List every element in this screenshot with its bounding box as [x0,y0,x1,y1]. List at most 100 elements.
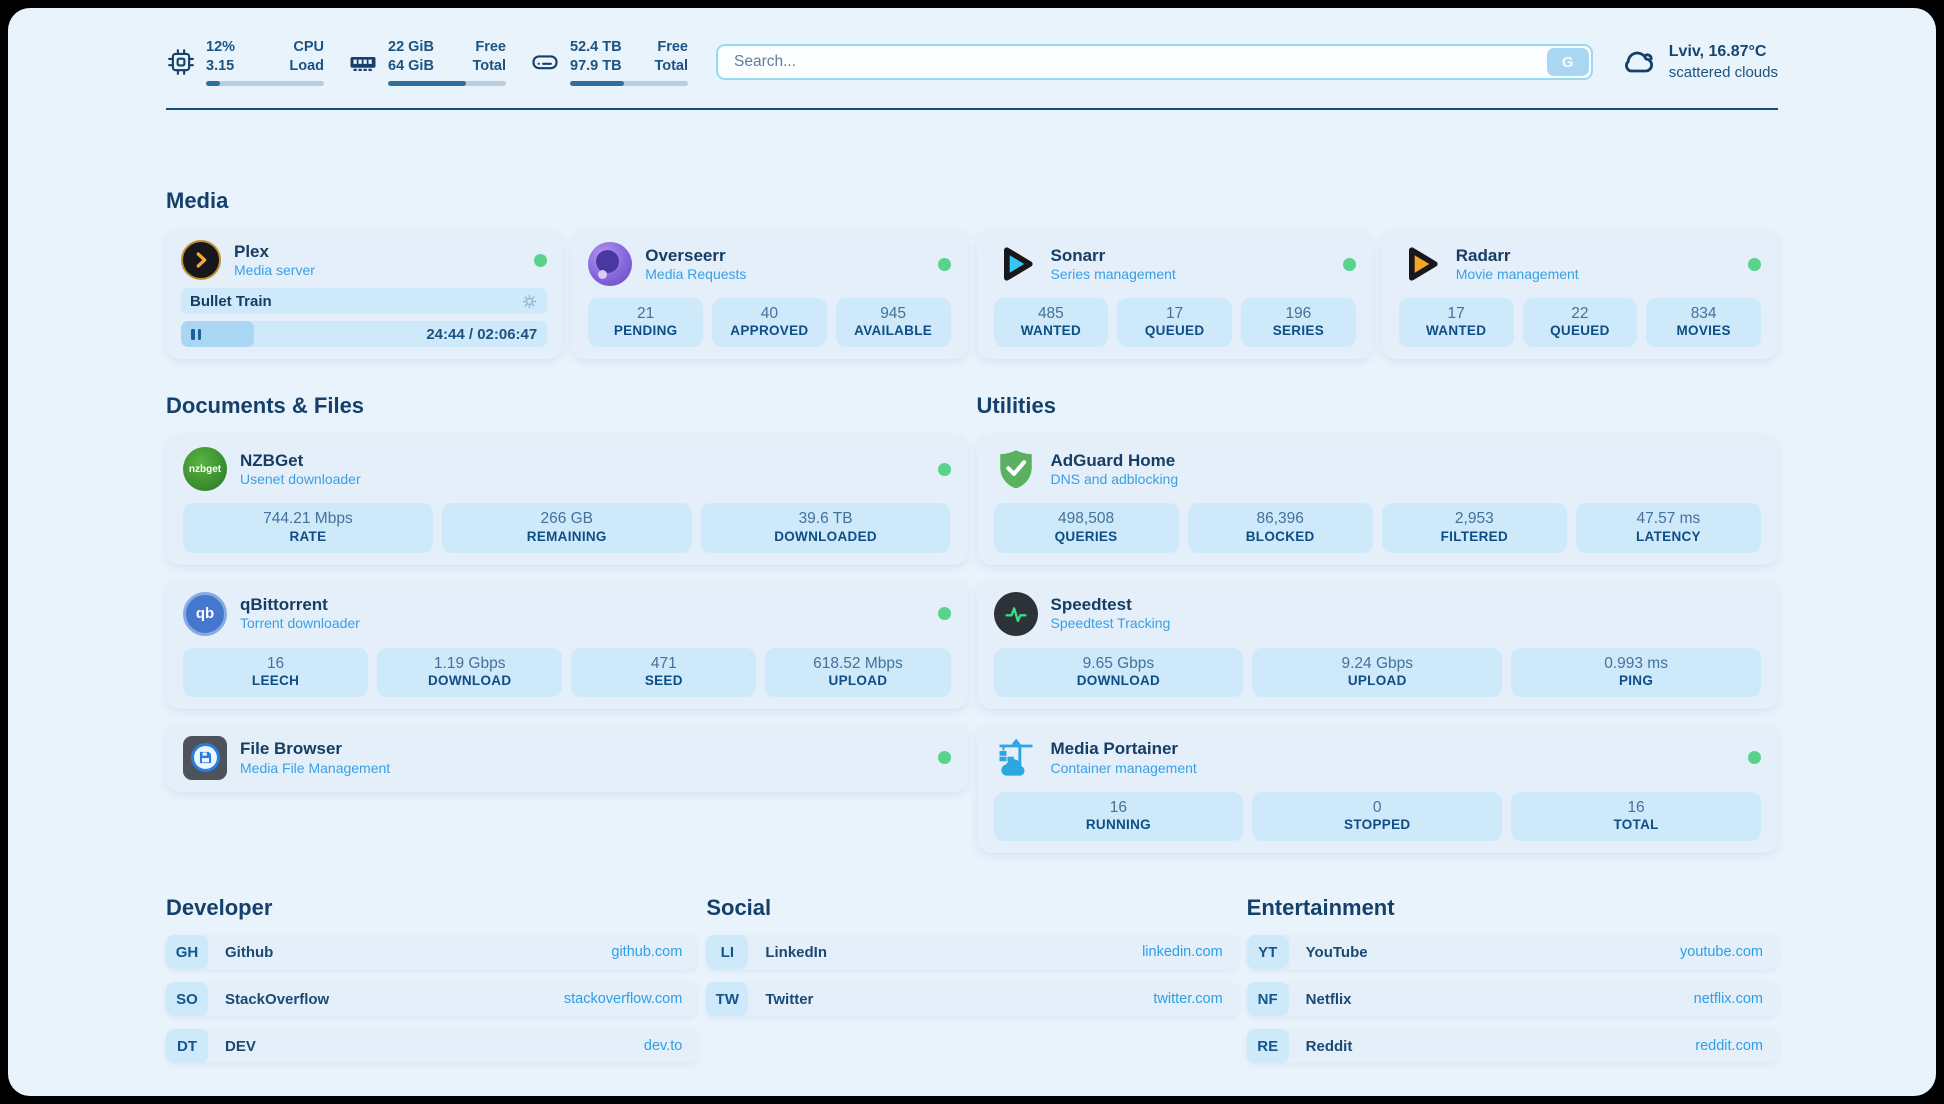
nzbget-icon-text: nzbget [189,464,221,475]
stat-value: 266 GB [446,509,688,528]
stat-pill: 16 RUNNING [994,792,1244,841]
link-abbr-badge: NF [1247,982,1289,1016]
stat-label: LATENCY [1580,529,1757,546]
stat-label: WANTED [1403,323,1510,340]
link-youtube[interactable]: YT YouTube youtube.com [1247,935,1778,969]
stat-label: STOPPED [1256,817,1498,834]
plex-card[interactable]: Plex Media server Bullet Train 24:44 / 0 [166,230,562,359]
overseerr-card[interactable]: Overseerr Media Requests 21 PENDING 40 A… [571,230,967,359]
utilities-section: Utilities AdGuard Home DNS and a [977,393,1779,853]
documents-section-title: Documents & Files [166,393,968,419]
nzbget-card[interactable]: nzbget NZBGet Usenet downloader 744.21 M… [166,435,968,564]
stat-label: QUERIES [998,529,1175,546]
cpu-load-value: 3.15 [206,57,235,76]
link-reddit[interactable]: RE Reddit reddit.com [1247,1029,1778,1063]
stat-pill: 744.21 Mbps RATE [183,503,433,552]
storage-stat: 52.4 TB 97.9 TB Free Total [530,38,688,86]
stat-pill: 16 LEECH [183,648,368,697]
social-section-title: Social [706,895,1237,921]
now-playing-title: Bullet Train [190,293,272,310]
search-input[interactable] [716,44,1593,80]
stat-value: 471 [575,654,752,673]
qbittorrent-card[interactable]: qb qBittorrent Torrent downloader 16 LEE… [166,580,968,709]
storage-free-label: Free [654,38,688,57]
app-subtitle: Movie management [1456,266,1579,284]
memory-progress-bar [388,81,506,86]
link-linkedin[interactable]: LI LinkedIn linkedin.com [706,935,1237,969]
link-url: twitter.com [1153,991,1222,1007]
memory-total-label: Total [472,57,506,76]
link-abbr-badge: YT [1247,935,1289,969]
stat-label: PENDING [592,323,699,340]
stat-label: DOWNLOADED [705,529,947,546]
portainer-icon [994,736,1038,780]
filebrowser-icon [183,736,227,780]
search-bar: G [716,44,1593,80]
stat-value: 40 [716,304,823,323]
entertainment-section: Entertainment YT YouTube youtube.com NF … [1247,895,1778,1063]
stat-pill: 2,953 FILTERED [1382,503,1567,552]
stat-value: 485 [998,304,1105,323]
storage-icon [530,47,560,77]
storage-total-value: 97.9 TB [570,57,622,76]
app-subtitle: Media server [234,262,315,280]
adguard-card[interactable]: AdGuard Home DNS and adblocking 498,508 … [977,435,1779,564]
social-section: Social LI LinkedIn linkedin.com TW Twitt… [706,895,1237,1063]
plex-icon [181,240,221,280]
weather-widget: Lviv, 16.87°C scattered clouds [1621,42,1778,82]
stat-label: QUEUED [1527,323,1634,340]
memory-free-value: 22 GiB [388,38,434,57]
radarr-card[interactable]: Radarr Movie management 17 WANTED 22 QUE… [1382,230,1778,359]
memory-icon [348,47,378,77]
stat-value: 744.21 Mbps [187,509,429,528]
app-title: Plex [234,241,315,262]
stat-value: 0 [1256,798,1498,817]
sonarr-icon [994,242,1038,286]
app-title: NZBGet [240,450,361,471]
link-abbr-badge: DT [166,1029,208,1063]
link-name: Netflix [1306,991,1352,1008]
gear-icon[interactable] [521,293,538,310]
link-netflix[interactable]: NF Netflix netflix.com [1247,982,1778,1016]
stat-pill: 21 PENDING [588,298,703,347]
speedtest-card[interactable]: Speedtest Speedtest Tracking 9.65 Gbps D… [977,580,1779,709]
cpu-load-label: Load [289,57,324,76]
link-github[interactable]: GH Github github.com [166,935,697,969]
app-title: File Browser [240,738,390,759]
stat-pill: 834 MOVIES [1646,298,1761,347]
stat-pill: 266 GB REMAINING [442,503,692,552]
portainer-card[interactable]: Media Portainer Container management 16 … [977,724,1779,853]
link-name: YouTube [1306,944,1368,961]
stat-label: PING [1515,673,1757,690]
link-url: netflix.com [1694,991,1763,1007]
sonarr-card[interactable]: Sonarr Series management 485 WANTED 17 Q… [977,230,1373,359]
stat-label: TOTAL [1515,817,1757,834]
link-dev[interactable]: DT DEV dev.to [166,1029,697,1063]
link-name: LinkedIn [765,944,827,961]
status-dot [1748,751,1761,764]
status-dot [938,258,951,271]
link-name: DEV [225,1038,256,1055]
filebrowser-card[interactable]: File Browser Media File Management [166,724,968,792]
pause-icon [191,329,201,340]
app-title: Sonarr [1051,245,1176,266]
stat-value: 39.6 TB [705,509,947,528]
stat-value: 17 [1403,304,1510,323]
link-twitter[interactable]: TW Twitter twitter.com [706,982,1237,1016]
cpu-progress-bar [206,81,324,86]
app-title: AdGuard Home [1051,450,1179,471]
qbittorrent-icon-text: qb [196,605,214,622]
link-abbr-badge: TW [706,982,748,1016]
status-dot [534,254,547,267]
stat-pill: 86,396 BLOCKED [1188,503,1373,552]
weather-location-temp: Lviv, 16.87°C [1669,42,1778,63]
now-playing-row: Bullet Train [181,288,547,314]
storage-total-label: Total [654,57,688,76]
link-url: github.com [611,944,682,960]
link-url: dev.to [644,1038,682,1054]
search-engine-button[interactable]: G [1547,48,1589,76]
link-stackoverflow[interactable]: SO StackOverflow stackoverflow.com [166,982,697,1016]
stat-value: 1.19 Gbps [381,654,558,673]
stat-value: 2,953 [1386,509,1563,528]
stat-value: 618.52 Mbps [769,654,946,673]
